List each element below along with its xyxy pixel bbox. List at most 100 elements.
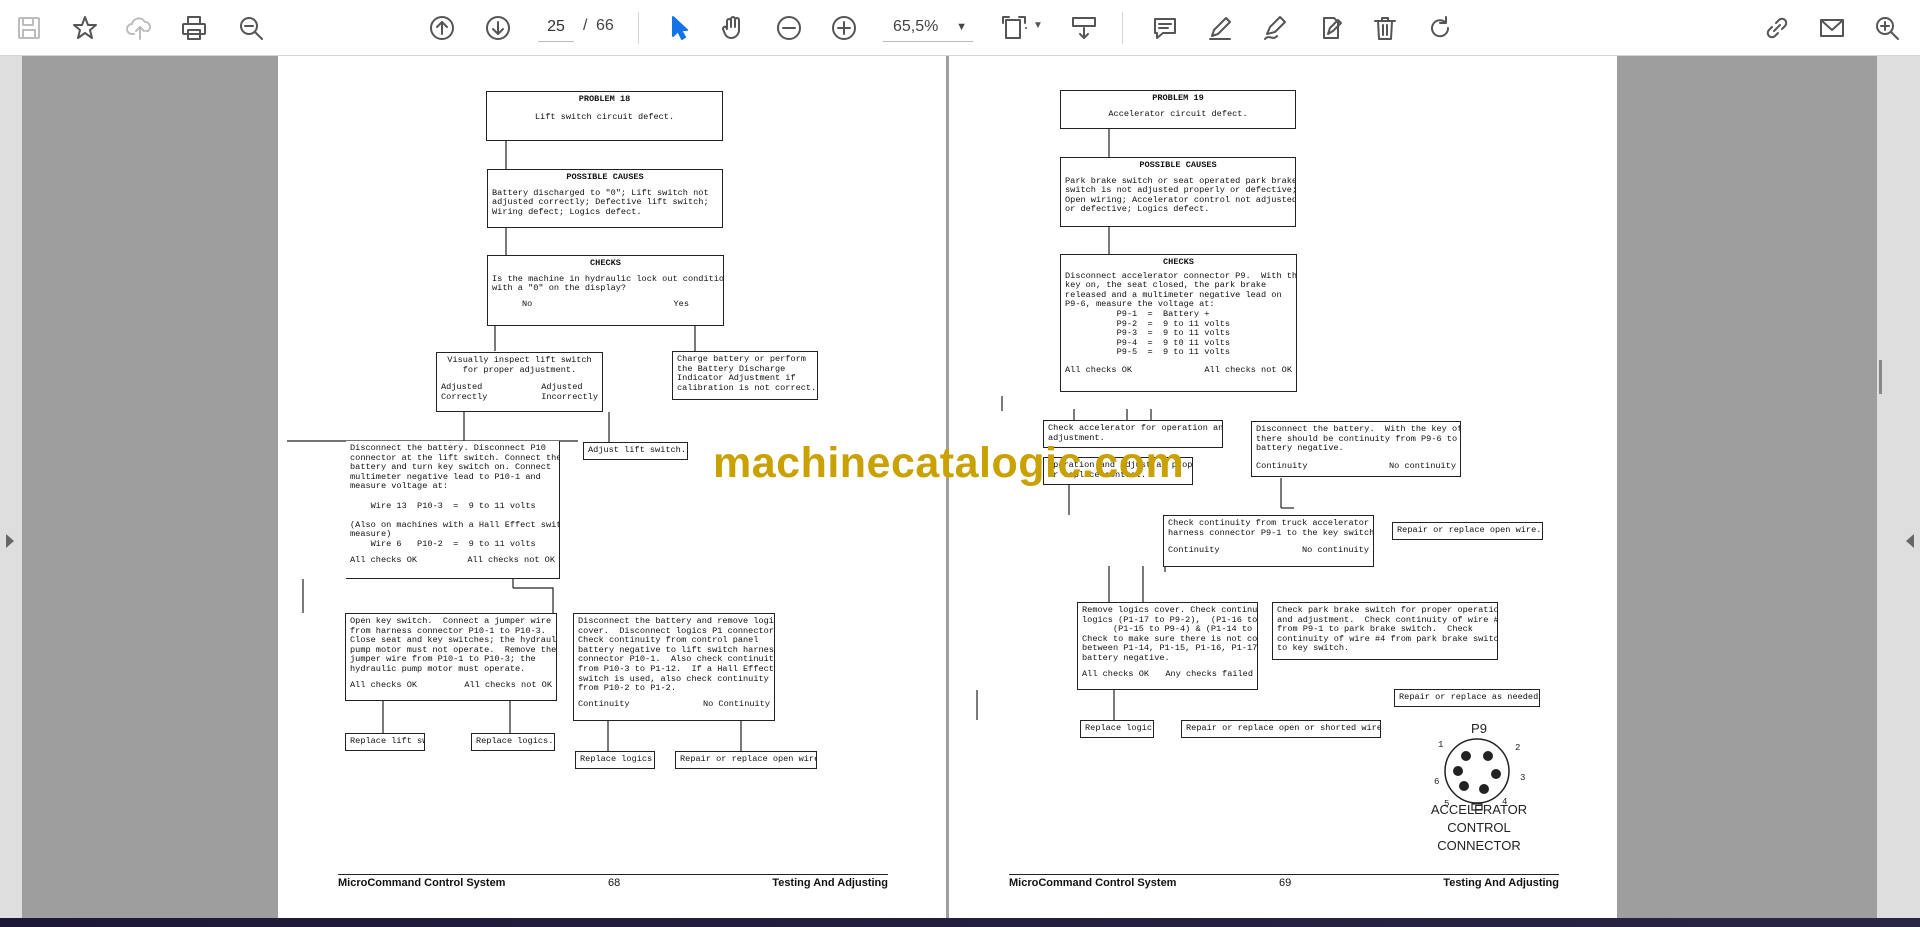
repair-open-text: Repair or replace open wire. — [1397, 525, 1542, 535]
problem-title: PROBLEM 19 — [1152, 93, 1204, 103]
zoom-level-value: 65,5% — [893, 18, 939, 35]
disconnect-text: Disconnect the battery. Disconnect P10 c… — [350, 443, 560, 549]
zoom-out-search-icon[interactable] — [232, 9, 270, 47]
replace-lift-switch-box: Replace lift switch. — [345, 733, 425, 751]
disconnect-battery-box: Disconnect the battery. With the key off… — [1251, 421, 1461, 477]
edit-pdf-icon[interactable] — [1311, 9, 1349, 47]
branch-not-ok: All checks not OK — [1204, 364, 1292, 375]
disconnect-battery-box: Disconnect the battery. Disconnect P10 c… — [346, 441, 560, 579]
page-number-input[interactable] — [538, 13, 574, 42]
branch-failed: Any checks failed — [1165, 668, 1253, 679]
problem-18-box: PROBLEM 18 Lift switch circuit defect. — [486, 91, 723, 141]
expand-right-panel-icon[interactable] — [1906, 534, 1914, 548]
connector-caption: ACCELERATOR CONTROL CONNECTOR — [1430, 802, 1528, 853]
repair-shorted-text: Repair or replace open or shorted wire. — [1186, 723, 1381, 733]
scroll-mode-icon[interactable] — [1065, 9, 1103, 47]
page-separator: / — [583, 17, 588, 34]
bookmark-star-icon[interactable] — [66, 9, 104, 47]
pin-label: 6 — [1434, 777, 1439, 787]
zoom-out-icon[interactable] — [770, 9, 808, 47]
print-icon[interactable] — [175, 9, 213, 47]
repair-shorted-wire-box: Repair or replace open or shorted wire. — [1181, 720, 1381, 738]
problem-description: Accelerator circuit defect. — [1108, 108, 1248, 119]
zoom-search-icon[interactable] — [1868, 9, 1906, 47]
adjust-text: Adjust lift switch. — [588, 445, 686, 455]
save-icon[interactable] — [10, 9, 48, 47]
causes-text: Battery discharged to "0"; Lift switch n… — [492, 187, 709, 217]
inspect-lift-switch-box: Visually inspect lift switch for proper … — [436, 352, 603, 412]
problem-title: PROBLEM 18 — [578, 94, 631, 104]
causes-title: POSSIBLE CAUSES — [566, 172, 644, 182]
branch-not-ok: All checks not OK — [464, 679, 552, 690]
branch-no-continuity: No continuity — [1301, 545, 1369, 556]
checks-text: Is the machine in hydraulic lock out con… — [492, 273, 724, 294]
toolbar: / 66 65,5% ▼ ▼ — [0, 0, 1920, 56]
inspect-branches: Adjusted Correctly Adjusted Incorrectly — [441, 382, 598, 402]
redo-rotate-icon[interactable] — [1421, 9, 1459, 47]
branch-no-continuity: No continuity — [1388, 460, 1456, 471]
checks-branches: No Yes — [492, 298, 719, 310]
chevron-down-icon: ▼ — [956, 21, 967, 33]
checks-box: CHECKS Disconnect accelerator connector … — [1060, 254, 1297, 392]
page-fit-icon[interactable] — [995, 9, 1033, 47]
select-cursor-icon[interactable] — [660, 9, 698, 47]
pin-label: 3 — [1520, 773, 1525, 783]
replace-logics-box-2: Replace logics. — [575, 751, 655, 769]
zoom-in-icon[interactable] — [825, 9, 863, 47]
repair-as-needed-box: Repair or replace as needed. — [1394, 689, 1540, 707]
problem-description: Lift switch circuit defect. — [534, 111, 675, 122]
checks-branches: All checks OK All checks not OK — [1065, 364, 1292, 376]
disconnect-branches: Continuity No continuity — [1256, 460, 1456, 472]
remove-logics-box: Disconnect the battery and remove logics… — [573, 613, 775, 721]
park-brake-text: Check park brake switch for proper opera… — [1277, 605, 1497, 654]
repair-open-wire-box: Repair or replace open wire. — [675, 751, 817, 769]
pin-label: 1 — [1438, 740, 1443, 750]
page-footer: MicroCommand Control System 69 Testing A… — [1009, 874, 1559, 889]
replace-logics-text: Replace logics. — [476, 736, 554, 746]
repair-needed-text: Repair or replace as needed. — [1399, 692, 1540, 702]
cloud-upload-icon[interactable] — [121, 9, 159, 47]
pin-label: 2 — [1515, 743, 1520, 753]
remove-logics-text: Remove logics cover. Check continuity fr… — [1082, 605, 1258, 663]
left-panel-toggle[interactable] — [0, 56, 22, 918]
branch-no: No — [522, 298, 533, 309]
logics-text: Disconnect the battery and remove logics… — [578, 616, 775, 694]
branch-all-ok: All checks OK — [350, 554, 418, 565]
expand-left-panel-icon[interactable] — [6, 534, 14, 548]
delete-trash-icon[interactable] — [1366, 9, 1404, 47]
remove-logics-branches: All checks OK Any checks failed — [1082, 668, 1253, 680]
checks-title: CHECKS — [590, 258, 621, 268]
branch-continuity: Continuity — [1168, 545, 1220, 556]
branch-all-ok: All checks OK — [350, 679, 418, 690]
checks-text: Disconnect accelerator connector P9. Wit… — [1065, 270, 1297, 358]
footer-section: Testing And Adjusting — [772, 877, 888, 889]
share-link-icon[interactable] — [1758, 9, 1796, 47]
replace-logics-text-2: Replace logics. — [580, 754, 655, 764]
branch-no-continuity: No Continuity — [702, 698, 770, 709]
previous-page-icon[interactable] — [423, 9, 461, 47]
footer-page-number: 69 — [1279, 877, 1292, 889]
adjust-lift-switch-box: Adjust lift switch. — [583, 442, 688, 460]
right-panel-toggle[interactable] — [1877, 56, 1920, 918]
disconnect-text: Disconnect the battery. With the key off… — [1256, 424, 1460, 454]
comment-icon[interactable] — [1146, 9, 1184, 47]
check-continuity-box: Check continuity from truck accelerator … — [1163, 515, 1374, 567]
email-icon[interactable] — [1813, 9, 1851, 47]
replace-logic-text: Replace logic. — [1085, 723, 1154, 733]
highlight-pen-icon[interactable] — [1201, 9, 1239, 47]
chevron-down-icon[interactable]: ▼ — [1033, 20, 1043, 31]
problem-19-box: PROBLEM 19 Accelerator circuit defect. — [1060, 90, 1296, 129]
hand-tool-icon[interactable] — [714, 9, 752, 47]
park-brake-box: Check park brake switch for proper opera… — [1272, 602, 1498, 660]
next-page-icon[interactable] — [479, 9, 517, 47]
branch-yes: Yes — [673, 298, 689, 309]
possible-causes-box: POSSIBLE CAUSES Battery discharged to "0… — [487, 169, 723, 228]
replace-logics-box: Replace logics. — [471, 733, 555, 751]
page-total: 66 — [596, 17, 614, 34]
draw-pen-icon[interactable] — [1256, 9, 1294, 47]
scrollbar-thumb[interactable] — [1879, 360, 1882, 394]
branch-adjusted-incorrectly: Adjusted Incorrectly — [541, 382, 598, 402]
zoom-level-select[interactable]: 65,5% ▼ — [883, 13, 973, 42]
possible-causes-box: POSSIBLE CAUSES Park brake switch or sea… — [1060, 157, 1296, 227]
taskbar-strip — [0, 918, 1920, 927]
